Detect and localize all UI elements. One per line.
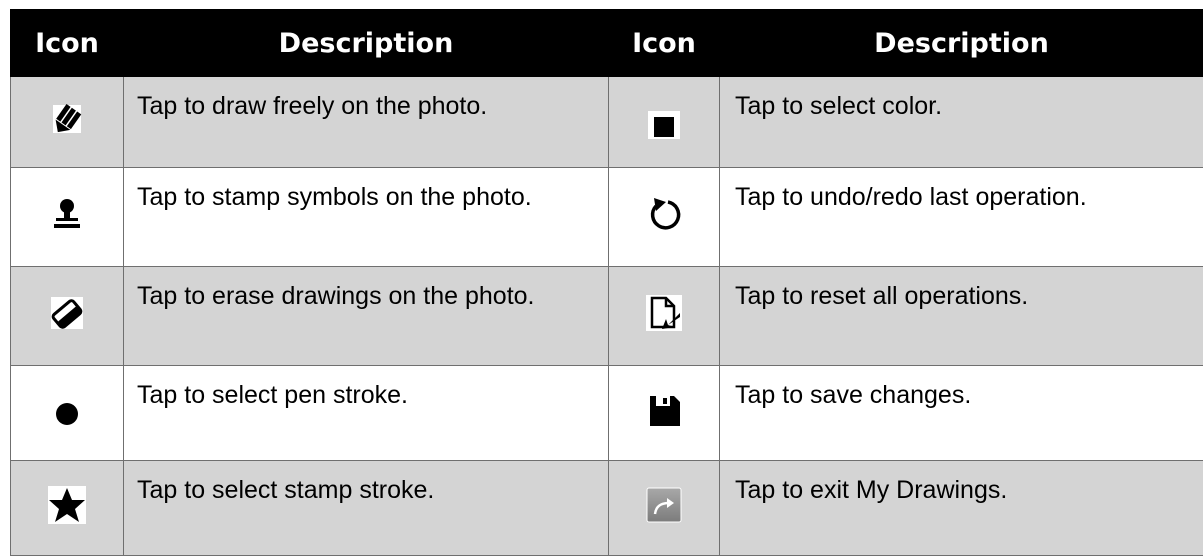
stamp-stroke-star-icon xyxy=(47,485,87,525)
header-description-right: Description xyxy=(720,10,1203,77)
description-cell: Tap to select pen stroke. xyxy=(124,366,609,461)
table-row: Tap to stamp symbols on the photo. Tap t… xyxy=(11,168,1203,267)
header-icon-left: Icon xyxy=(11,10,124,77)
save-icon xyxy=(644,390,684,430)
undo-redo-icon xyxy=(644,194,684,234)
icon-cell xyxy=(609,267,720,366)
table-row: Tap to draw freely on the photo. Tap to … xyxy=(11,77,1203,168)
icon-cell xyxy=(609,77,720,168)
table-row: Tap to select pen stroke. Tap to save ch… xyxy=(11,366,1203,461)
eraser-icon xyxy=(47,293,87,333)
description-cell: Tap to select stamp stroke. xyxy=(124,461,609,556)
exit-arrow-icon xyxy=(644,485,684,525)
description-cell: Tap to undo/redo last operation. xyxy=(720,168,1203,267)
icon-cell xyxy=(609,461,720,556)
description-cell: Tap to select color. xyxy=(720,77,1203,168)
description-cell: Tap to draw freely on the photo. xyxy=(124,77,609,168)
icon-cell xyxy=(11,168,124,267)
icon-cell xyxy=(11,366,124,461)
icon-cell xyxy=(11,461,124,556)
table-row: Tap to erase drawings on the photo. Tap … xyxy=(11,267,1203,366)
description-cell: Tap to erase drawings on the photo. xyxy=(124,267,609,366)
color-swatch-icon xyxy=(644,99,684,139)
table-row: Tap to select stamp stroke. xyxy=(11,461,1203,556)
icon-cell xyxy=(609,366,720,461)
description-cell: Tap to stamp symbols on the photo. xyxy=(124,168,609,267)
icon-cell xyxy=(11,77,124,168)
reset-icon xyxy=(644,293,684,333)
stamp-icon xyxy=(47,194,87,234)
description-cell: Tap to exit My Drawings. xyxy=(720,461,1203,556)
draw-pen-icon xyxy=(47,99,87,139)
table-header-row: Icon Description Icon Description xyxy=(11,10,1203,77)
header-description-left: Description xyxy=(124,10,609,77)
icon-description-table: Icon Description Icon Description xyxy=(10,9,1203,556)
header-icon-right: Icon xyxy=(609,10,720,77)
pen-stroke-icon xyxy=(47,390,87,430)
icon-cell xyxy=(11,267,124,366)
description-cell: Tap to reset all operations. xyxy=(720,267,1203,366)
icon-cell xyxy=(609,168,720,267)
description-cell: Tap to save changes. xyxy=(720,366,1203,461)
